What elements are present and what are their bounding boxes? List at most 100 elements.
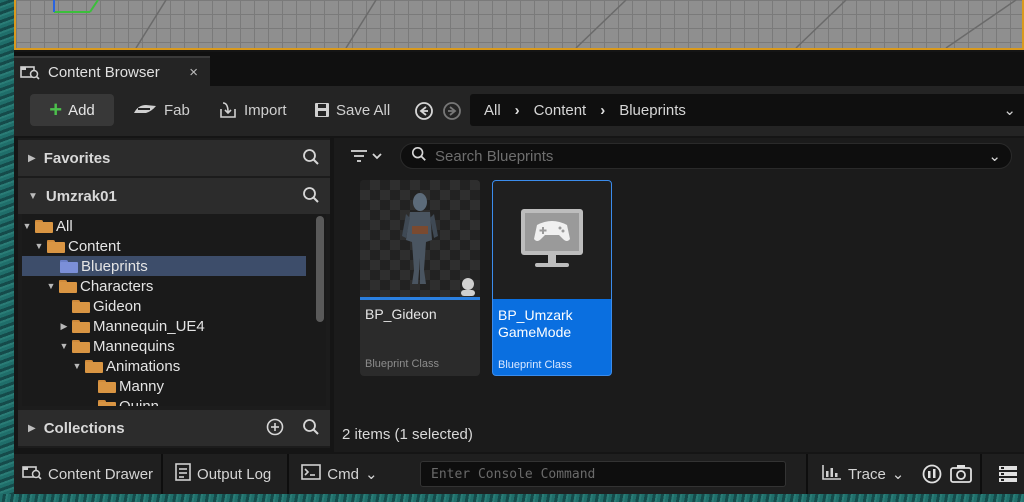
breadcrumb-content[interactable]: Content — [534, 102, 587, 119]
chevron-down-icon[interactable]: ⌄ — [988, 147, 1001, 165]
tree-node-characters[interactable]: ▼ Characters — [46, 276, 154, 296]
desktop-background-bottom — [0, 494, 1024, 502]
folder-icon — [98, 399, 116, 406]
divider — [806, 454, 808, 494]
content-drawer-button[interactable]: Content Drawer — [14, 454, 161, 494]
fab-label: Fab — [164, 101, 190, 119]
asset-tile[interactable]: BP_Gideon Blueprint Class — [360, 180, 480, 376]
tree-node-label: Mannequins — [93, 337, 175, 355]
folder-open-icon — [59, 279, 77, 293]
console-icon — [301, 464, 322, 484]
fab-icon — [132, 103, 158, 117]
character-icon — [402, 193, 475, 296]
folder-open-icon — [35, 219, 53, 233]
tab-content-browser[interactable]: Content Browser × — [14, 56, 210, 86]
tree-node-blueprints[interactable]: Blueprints — [22, 256, 306, 276]
tree-node-all[interactable]: ▼ All — [22, 216, 312, 236]
collapse-triangle-icon[interactable]: ▼ — [72, 361, 82, 371]
search-icon[interactable] — [302, 418, 320, 440]
output-log-label: Output Log — [197, 465, 272, 483]
plus-icon: + — [49, 97, 63, 122]
content-browser-icon — [22, 464, 42, 484]
asset-thumbnail — [493, 181, 611, 299]
breadcrumb[interactable]: All › Content › Blueprints ⌄ — [470, 94, 1024, 126]
tree-node-manny[interactable]: Manny — [98, 376, 164, 396]
record-icon[interactable] — [922, 464, 942, 484]
asset-info: BP_Gideon Blueprint Class — [360, 300, 480, 376]
asset-info: BP_Umzark GameMode Blueprint Class — [493, 301, 611, 375]
editor-status-bar: Content Drawer Output Log Cmd ⌄ Enter Co… — [14, 454, 1024, 494]
folder-open-icon — [47, 239, 65, 253]
tree-node-label: All — [56, 217, 73, 235]
asset-view: Search Blueprints ⌄ BP_Gideon Blueprint … — [334, 138, 1024, 452]
tree-node-mannequin-ue4[interactable]: ▶ Mannequin_UE4 — [59, 316, 205, 336]
trace-icon — [822, 464, 842, 484]
tree-node-mannequins[interactable]: ▼ Mannequins — [59, 336, 175, 356]
item-count-status: 2 items (1 selected) — [342, 426, 473, 443]
tree-node-label: Content — [68, 237, 121, 255]
add-label: Add — [68, 101, 95, 119]
save-all-label: Save All — [336, 101, 391, 119]
collapse-triangle-icon[interactable]: ▼ — [22, 221, 32, 231]
fab-button[interactable]: Fab — [124, 94, 198, 126]
tree-node-label: Mannequin_UE4 — [93, 317, 205, 335]
cmd-dropdown[interactable]: Cmd ⌄ — [289, 454, 385, 494]
project-label: Umzrak01 — [45, 187, 117, 205]
favorites-label: Favorites — [43, 149, 111, 167]
tree-node-label: Animations — [106, 357, 181, 375]
collapse-triangle-icon[interactable]: ▼ — [59, 341, 69, 351]
asset-tile-selected[interactable]: BP_Umzark GameMode Blueprint Class — [492, 180, 612, 376]
tree-node-animations[interactable]: ▼ Animations — [72, 356, 181, 376]
chevron-down-icon: ⌄ — [364, 466, 378, 483]
folder-icon — [98, 379, 116, 393]
sources-panel: ▶ Favorites ▼ Umzrak01 ▼ All ▼ Content B… — [18, 138, 330, 448]
import-label: Import — [244, 101, 287, 119]
trace-label: Trace — [848, 465, 886, 483]
project-header[interactable]: ▼ Umzrak01 — [18, 178, 330, 214]
tree-node-quinn[interactable]: Quinn — [98, 396, 159, 406]
asset-class: Blueprint Class — [498, 359, 572, 371]
folder-icon — [72, 299, 90, 313]
close-icon[interactable]: × — [189, 64, 198, 81]
asset-name: BP_Umzark GameMode — [498, 307, 573, 340]
folder-tree[interactable]: ▼ All ▼ Content Blueprints ▼ Characters … — [22, 214, 326, 406]
save-all-button[interactable]: Save All — [306, 94, 398, 126]
save-icon — [314, 102, 330, 118]
add-button[interactable]: + Add — [30, 94, 114, 126]
favorites-header[interactable]: ▶ Favorites — [18, 140, 330, 176]
tree-node-label: Manny — [119, 377, 165, 395]
tree-scrollbar[interactable] — [316, 216, 324, 322]
breadcrumb-blueprints[interactable]: Blueprints — [619, 102, 686, 119]
panel-tab-bar: Content Browser × — [14, 52, 1024, 86]
search-icon — [411, 146, 427, 166]
tab-label: Content Browser — [48, 63, 160, 81]
tree-node-label: Gideon — [93, 297, 142, 315]
collapse-triangle-icon[interactable]: ▼ — [46, 281, 56, 291]
search-input[interactable]: Search Blueprints ⌄ — [400, 143, 1012, 169]
derived-data-icon[interactable] — [998, 465, 1018, 483]
back-arrow-icon[interactable] — [414, 101, 434, 121]
tree-node-gideon[interactable]: Gideon — [72, 296, 141, 316]
expand-triangle-icon[interactable]: ▶ — [59, 321, 69, 332]
chevron-down-icon[interactable]: ⌄ — [1003, 101, 1016, 119]
search-icon[interactable] — [302, 186, 320, 208]
tree-node-content[interactable]: ▼ Content — [34, 236, 312, 256]
output-log-button[interactable]: Output Log — [163, 454, 279, 494]
screenshot-icon[interactable] — [950, 464, 972, 484]
import-icon — [218, 101, 238, 119]
console-command-input[interactable]: Enter Console Command — [420, 461, 786, 487]
collapse-triangle-icon[interactable]: ▼ — [34, 241, 44, 251]
tree-node-label: Quinn — [119, 397, 160, 407]
search-icon[interactable] — [302, 148, 320, 170]
add-collection-icon[interactable] — [266, 418, 284, 440]
folder-icon — [60, 259, 78, 273]
filter-icon[interactable] — [350, 148, 384, 164]
trace-dropdown[interactable]: Trace ⌄ — [814, 454, 912, 494]
breadcrumb-all[interactable]: All — [484, 102, 501, 119]
forward-arrow-icon[interactable] — [442, 101, 462, 121]
unreal-editor-window: Content Browser × + Add Fab Import Save … — [14, 0, 1024, 494]
collections-header[interactable]: ▶ Collections — [18, 410, 330, 446]
expand-triangle-icon: ▶ — [28, 422, 36, 434]
level-viewport[interactable] — [14, 0, 1024, 50]
import-button[interactable]: Import — [210, 94, 295, 126]
